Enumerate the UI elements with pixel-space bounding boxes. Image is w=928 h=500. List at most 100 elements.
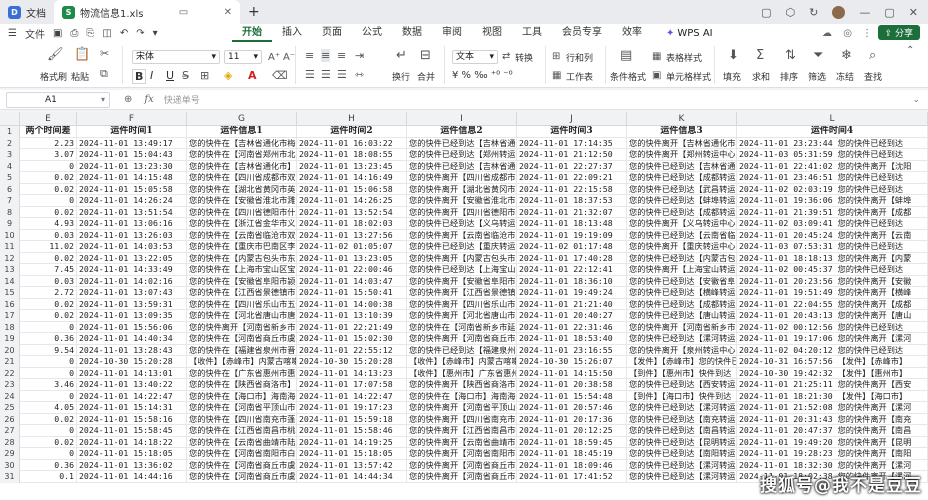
cell[interactable]: 您的快件已经到达【昆明转运中心】 <box>627 436 737 448</box>
collapse-ribbon-icon[interactable]: ⌃ <box>906 44 914 57</box>
cell[interactable]: 您的快件已经到达【成都转运中心】 <box>627 172 737 184</box>
cell[interactable]: 2024-10-30 15:20:28 <box>297 356 407 368</box>
cell[interactable]: 您的快件已经到达【吉林省通化市 <box>407 160 517 172</box>
close-tab-icon[interactable]: ✕ <box>224 7 232 18</box>
cell[interactable]: 0.02 <box>20 206 77 218</box>
formula-input[interactable]: 快递单号 <box>164 93 200 106</box>
select-all-corner[interactable] <box>0 112 20 126</box>
zoom-icon[interactable]: ⊕ <box>124 94 132 105</box>
cell[interactable]: 【发件】【赤峰市】您的快件已发往 内蒙古 <box>627 356 737 368</box>
cloud-icon[interactable]: ☁ <box>822 28 832 39</box>
cell[interactable]: 您的快件离开【四川省乐山市五通 <box>407 298 517 310</box>
cell[interactable]: 您的快件已经到达【内蒙古包头接驳点 <box>627 252 737 264</box>
cell[interactable]: 7.45 <box>20 264 77 276</box>
cell[interactable]: 2024-11-01 14:18:22 <box>77 436 187 448</box>
cell[interactable]: 您的快件在【重庆市巴南区李家沱 <box>187 241 297 253</box>
cell[interactable]: 2024-10-30 19:42:32 【发件】【惠州市】 <box>737 367 928 379</box>
cell[interactable]: 2.23 <box>20 137 77 149</box>
cell[interactable]: 您的快件离开【河南省平顶山市湛 <box>407 402 517 414</box>
row-header[interactable]: 10 <box>0 229 20 241</box>
cell[interactable]: 4.05 <box>20 402 77 414</box>
cell[interactable]: 2024-11-01 22:12:41 <box>517 264 627 276</box>
wps-ai-icon[interactable]: ✦ <box>666 28 674 39</box>
merge-icon[interactable]: ⊟ <box>420 49 431 62</box>
sync-icon[interactable]: ↻ <box>809 6 818 19</box>
cell[interactable]: 2024-11-03 05:31:59 您的快件已经到达 <box>737 149 928 161</box>
header-cell[interactable]: 运件信息3 <box>627 126 737 138</box>
column-header[interactable]: K <box>627 112 737 126</box>
header-cell[interactable]: 运件信息2 <box>407 126 517 138</box>
row-header[interactable]: 20 <box>0 344 20 356</box>
cell[interactable]: 您的快件在【河南省商丘市虞城县 <box>187 333 297 345</box>
cell[interactable]: 2024-11-01 18:59:45 <box>517 436 627 448</box>
indent-icon[interactable]: ⇥ <box>355 49 364 62</box>
cell[interactable]: 您的快件已经到达【西安转运中心】 <box>627 379 737 391</box>
cell[interactable]: 2024-11-01 20:17:36 <box>517 413 627 425</box>
cell[interactable]: 您的快件在【四川省德阳市什邡市 <box>187 206 297 218</box>
row-header[interactable]: 25 <box>0 402 20 414</box>
font-color-button[interactable]: A <box>248 69 257 82</box>
cell[interactable]: 2024-11-02 01:05:07 <box>297 241 407 253</box>
cell[interactable]: 2024-11-02 00:45:37 您的快件已经到达 <box>737 264 928 276</box>
cell[interactable]: 2024-11-01 15:56:06 <box>77 321 187 333</box>
row-header[interactable]: 7 <box>0 195 20 207</box>
row-header[interactable]: 30 <box>0 459 20 471</box>
cell[interactable]: 2024-11-02 01:17:48 <box>517 241 627 253</box>
cell[interactable]: 您的快件已经到达【南阳转运中心】 <box>627 448 737 460</box>
chevron-down-icon[interactable]: ▾ <box>153 28 158 39</box>
cell[interactable]: 2024-11-01 22:55:12 <box>297 344 407 356</box>
row-header[interactable]: 24 <box>0 390 20 402</box>
cell[interactable]: 2024-11-01 19:51:49 您的快件离开【横峰 <box>737 287 928 299</box>
cell[interactable]: 您的快件在【浙江省金华市义乌市 <box>187 218 297 230</box>
maximize-icon[interactable]: ▢ <box>884 6 894 19</box>
tab-6[interactable]: 视图 <box>472 24 512 42</box>
bold-button[interactable]: B <box>132 69 147 84</box>
cell[interactable]: 您的快件离开【河南省商丘市虞城 <box>407 471 517 483</box>
cell[interactable]: 您的快件离开【上海宝山转运中心】 <box>627 264 737 276</box>
header-cell[interactable]: 两个时间差 <box>20 126 77 138</box>
cell[interactable]: 2024-11-01 22:09:21 <box>517 172 627 184</box>
cell[interactable]: 2024-11-01 19:36:06 您的快件离开【蚌埠 <box>737 195 928 207</box>
cell[interactable]: 2024-11-01 17:41:52 <box>517 471 627 483</box>
copy-icon[interactable]: ⧉ <box>100 67 108 80</box>
cell[interactable]: 2024-11-01 13:59:31 <box>77 298 187 310</box>
file-menu[interactable]: 文件 <box>25 26 45 41</box>
cell[interactable]: 您的快件已经到达【漯河转运中心】 <box>627 402 737 414</box>
cell[interactable]: 0 <box>20 448 77 460</box>
row-header[interactable]: 29 <box>0 448 20 460</box>
cell[interactable]: 您的快件离开【四川省成都市双流 <box>407 172 517 184</box>
italic-button[interactable]: I <box>150 69 153 82</box>
tab-1[interactable]: 插入 <box>272 24 312 42</box>
redo-icon[interactable]: ↷ <box>136 28 144 39</box>
collab-icon[interactable]: ◎ <box>843 28 852 39</box>
cell[interactable]: 0.1 <box>20 471 77 483</box>
tab-monitor-icon[interactable]: ▭ <box>179 7 188 18</box>
cell[interactable]: 2024-11-01 22:41:02 您的快件离开【沈阳 <box>737 160 928 172</box>
font-name-select[interactable]: 宋体 ▾ <box>132 50 220 64</box>
cell[interactable]: 0 <box>20 367 77 379</box>
align-bottom-icon[interactable]: ≡ <box>337 49 346 62</box>
cell[interactable]: 2024-11-01 13:57:42 <box>297 459 407 471</box>
cell[interactable]: 3.46 <box>20 379 77 391</box>
cell[interactable]: 您的快件在【四川省乐山市五通桥 <box>187 298 297 310</box>
cell-style-button[interactable]: 单元格样式 <box>666 70 711 83</box>
cell[interactable]: 您的快件离开【江西省景德镇市 <box>407 287 517 299</box>
column-header[interactable]: J <box>517 112 627 126</box>
cell[interactable]: 您的快件已经到达【吉林省通化市 <box>407 137 517 149</box>
tab-file[interactable]: S 物流信息1.xls ▭ ✕ <box>54 0 240 24</box>
cell[interactable]: 您的快件已经到达【蚌埠转运中心】 <box>627 195 737 207</box>
cell[interactable]: 2024-11-01 22:31:46 <box>517 321 627 333</box>
cell[interactable]: 您的快件离开【河南省新乡市延津 <box>187 321 297 333</box>
row-header[interactable]: 9 <box>0 218 20 230</box>
cell[interactable]: 2024-11-01 21:21:40 <box>517 298 627 310</box>
cell[interactable]: 您的快件离开【四川省南充市蓬安 <box>407 413 517 425</box>
cell[interactable]: 您的快件在【江西省南昌市桃源 <box>187 425 297 437</box>
cell[interactable]: 您的快件在【四川省南充市蓬安县 <box>187 413 297 425</box>
tab-8[interactable]: 会员专享 <box>552 24 612 42</box>
cell[interactable]: 0.36 <box>20 459 77 471</box>
cell[interactable]: 您的快件离开【义乌转运中心】，已发 <box>627 218 737 230</box>
cell[interactable]: 0.02 <box>20 183 77 195</box>
cell[interactable]: 2024-11-01 18:37:53 <box>517 195 627 207</box>
cell[interactable]: 2024-11-01 13:52:54 <box>297 206 407 218</box>
cell[interactable]: 您的快件离开【陕西省商洛市洛南 <box>407 379 517 391</box>
